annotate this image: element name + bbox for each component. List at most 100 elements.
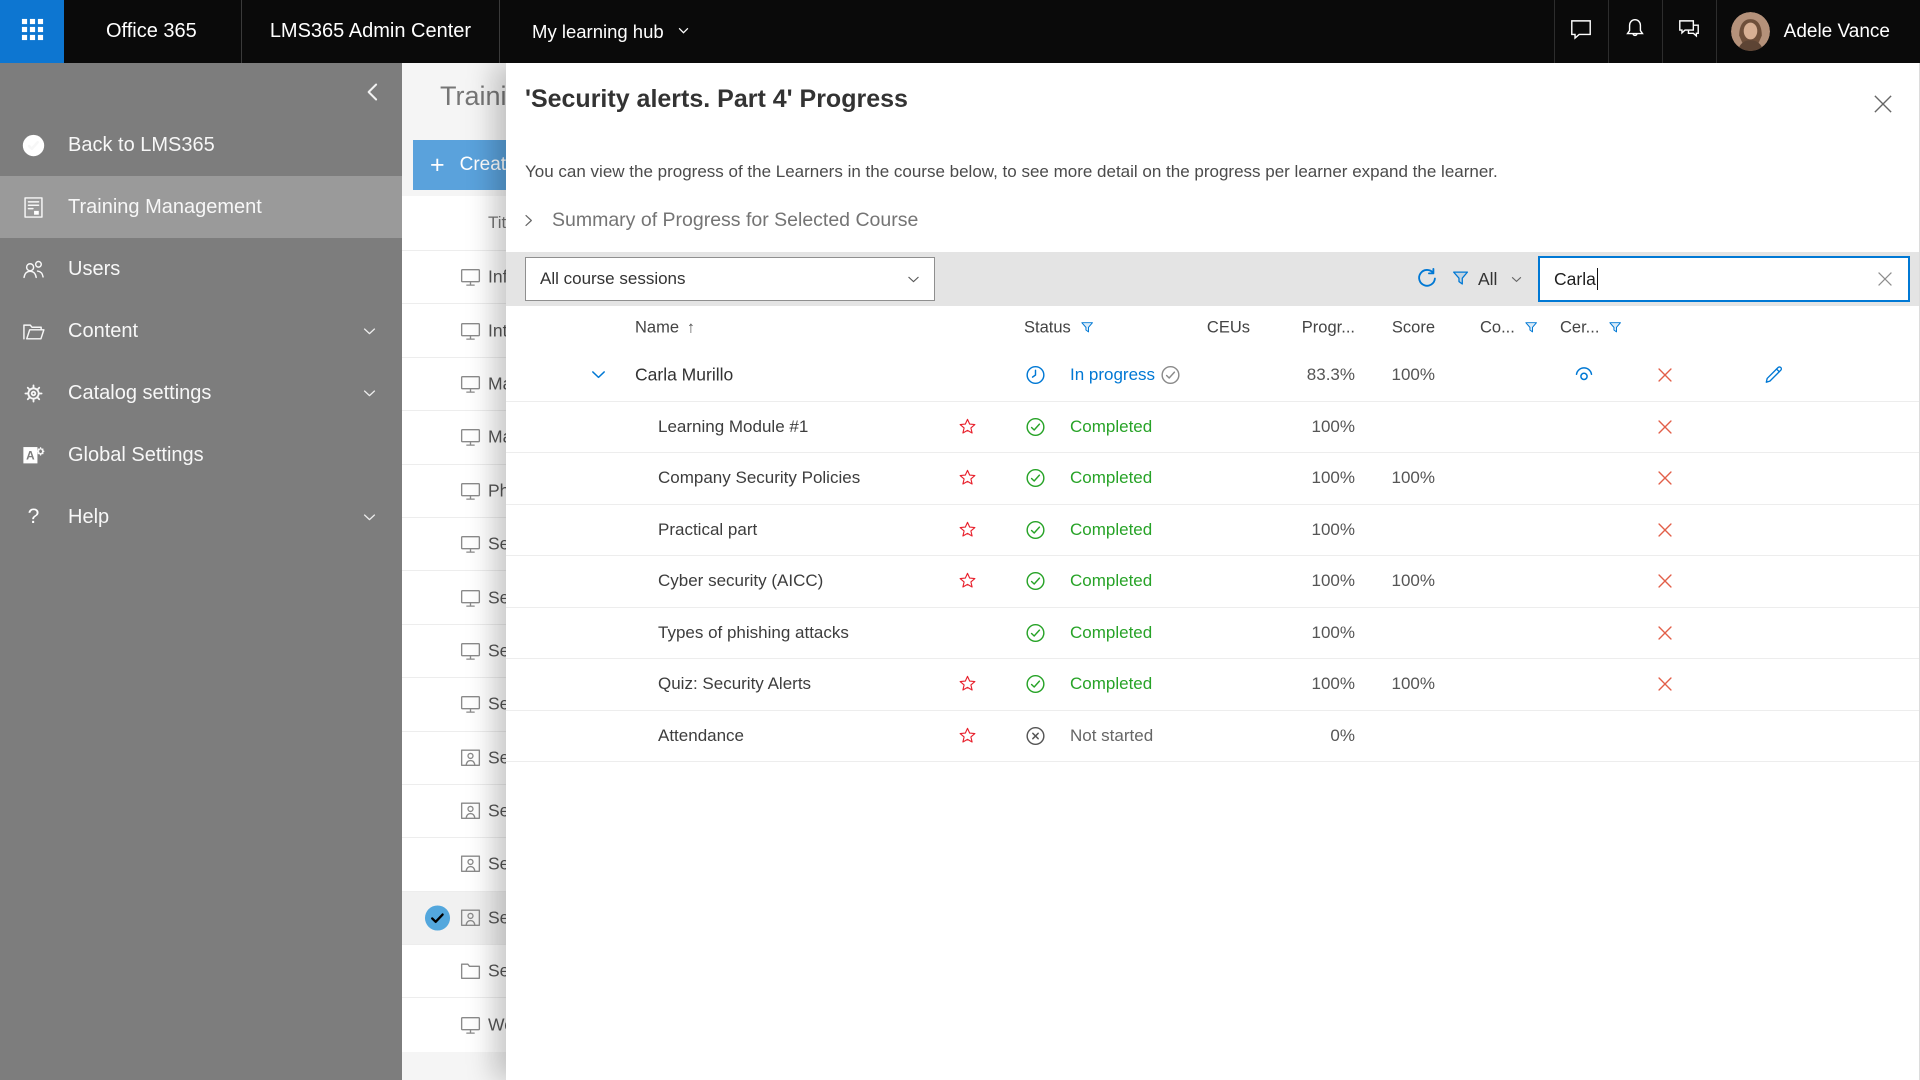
row-name: Practical part — [658, 520, 757, 540]
search-value: Carla — [1554, 269, 1596, 290]
status-completed-icon — [1024, 415, 1047, 438]
delete-progress-button[interactable] — [1654, 622, 1676, 644]
plus-icon: + — [430, 153, 445, 178]
delete-progress-button[interactable] — [1654, 519, 1676, 541]
modal-description: You can view the progress of the Learner… — [525, 162, 1498, 182]
delete-progress-button[interactable] — [1654, 570, 1676, 592]
course-session-dropdown[interactable]: All course sessions — [525, 257, 935, 301]
selected-check-icon — [424, 904, 451, 931]
status-completed-icon — [1024, 467, 1047, 490]
delete-progress-button[interactable] — [1654, 364, 1676, 386]
hub-label: My learning hub — [532, 21, 664, 43]
filter-all-label[interactable]: All — [1478, 252, 1497, 306]
chevron-down-icon — [905, 271, 922, 288]
sidebar-collapse-button[interactable] — [358, 77, 388, 107]
sidebar-item-back-to-lms365[interactable]: Back to LMS365 — [0, 114, 402, 176]
row-name: Cyber security (AICC) — [658, 571, 823, 591]
course-icon — [458, 585, 483, 610]
sidebar-item-training-management[interactable]: Training Management — [0, 176, 402, 238]
my-learning-hub-menu[interactable]: My learning hub — [500, 21, 711, 43]
sidebar-item-label: Back to LMS365 — [68, 134, 215, 157]
required-star-icon — [957, 571, 978, 592]
sidebar: Back to LMS365 Training Management Users… — [0, 63, 402, 1080]
progress-value: 100% — [1258, 571, 1355, 591]
chevron-down-icon — [361, 323, 378, 340]
office365-home-link[interactable]: Office 365 — [64, 20, 241, 43]
avatar — [1731, 12, 1770, 51]
app-launcher-button[interactable] — [0, 0, 64, 63]
filter-funnel-icon[interactable] — [1450, 268, 1472, 290]
chat-icon — [1568, 16, 1594, 47]
filter-funnel-icon[interactable] — [1607, 320, 1624, 337]
chevron-down-icon[interactable] — [1509, 272, 1524, 287]
training-plan-icon — [458, 799, 483, 824]
summary-toggle[interactable]: Summary of Progress for Selected Course — [520, 209, 918, 232]
chevron-down-icon — [676, 21, 691, 43]
sidebar-item-catalog-settings[interactable]: Catalog settings — [0, 362, 402, 424]
sidebar-item-label: Users — [68, 258, 120, 281]
course-icon — [458, 638, 483, 663]
content-folder-icon — [20, 318, 47, 345]
score-value: 100% — [1358, 365, 1435, 385]
feedback-button[interactable] — [1662, 0, 1716, 63]
progress-value: 100% — [1258, 417, 1355, 437]
required-star-icon — [957, 416, 978, 437]
column-completed[interactable]: Co... — [1480, 319, 1540, 338]
column-name[interactable]: Name↑ — [635, 319, 695, 338]
notifications-button[interactable] — [1608, 0, 1662, 63]
row-name: Attendance — [658, 726, 744, 746]
course-icon — [458, 318, 483, 343]
column-status[interactable]: Status — [1024, 319, 1096, 338]
course-item-row: Types of phishing attacks Completed 100% — [506, 608, 1920, 660]
sidebar-item-global-settings[interactable]: A Global Settings — [0, 424, 402, 486]
topbar-actions: Adele Vance — [1554, 0, 1920, 63]
course-item-row: Attendance Not started 0% — [506, 711, 1920, 763]
course-icon — [458, 1012, 483, 1037]
course-item-row: Cyber security (AICC) Completed 100% 100… — [506, 556, 1920, 608]
status-text: Completed — [1070, 468, 1152, 488]
training-title: Inf — [488, 267, 507, 288]
delete-progress-button[interactable] — [1654, 467, 1676, 489]
delete-progress-button[interactable] — [1654, 416, 1676, 438]
feedback-icon — [1676, 16, 1702, 47]
refresh-button[interactable] — [1414, 266, 1440, 292]
progress-modal: 'Security alerts. Part 4' Progress You c… — [506, 63, 1920, 1080]
account-button[interactable]: Adele Vance — [1716, 0, 1920, 63]
status-in-progress-icon — [1024, 364, 1047, 387]
view-progress-button[interactable] — [1572, 363, 1596, 387]
lms365-logo-icon — [20, 132, 47, 159]
text-caret — [1597, 268, 1599, 290]
chat-button[interactable] — [1554, 0, 1608, 63]
sidebar-item-help[interactable]: ? Help — [0, 486, 402, 548]
clear-search-icon[interactable] — [1874, 268, 1896, 290]
course-item-row: Practical part Completed 100% — [506, 505, 1920, 557]
required-star-icon — [957, 468, 978, 489]
expand-collapse-chevron[interactable] — [588, 365, 612, 386]
score-value: 100% — [1358, 674, 1435, 694]
sidebar-item-label: Content — [68, 320, 138, 343]
row-name: Quiz: Security Alerts — [658, 674, 811, 694]
users-icon — [20, 256, 47, 283]
status-text[interactable]: In progress — [1070, 365, 1155, 385]
course-icon — [458, 371, 483, 396]
row-name: Learning Module #1 — [658, 417, 808, 437]
sidebar-item-content[interactable]: Content — [0, 300, 402, 362]
training-plan-icon — [458, 852, 483, 877]
progress-table-header: Name↑ Status CEUs Progr... Score Co... C… — [506, 306, 1920, 350]
required-star-icon — [957, 674, 978, 695]
row-name: Types of phishing attacks — [658, 623, 849, 643]
search-input[interactable]: Carla — [1538, 256, 1910, 302]
filter-funnel-icon[interactable] — [1523, 320, 1540, 337]
column-ceus: CEUs — [1173, 319, 1250, 338]
sidebar-nav: Back to LMS365 Training Management Users… — [0, 114, 402, 548]
column-certificate[interactable]: Cer... — [1560, 319, 1624, 338]
chevron-right-icon — [520, 212, 537, 229]
close-button[interactable] — [1868, 89, 1898, 119]
edit-progress-button[interactable] — [1762, 364, 1785, 387]
status-not-started-icon — [1024, 724, 1047, 747]
admin-center-title[interactable]: LMS365 Admin Center — [242, 20, 499, 43]
delete-progress-button[interactable] — [1654, 673, 1676, 695]
status-completed-icon — [1024, 570, 1047, 593]
sidebar-item-users[interactable]: Users — [0, 238, 402, 300]
filter-funnel-icon[interactable] — [1079, 320, 1096, 337]
